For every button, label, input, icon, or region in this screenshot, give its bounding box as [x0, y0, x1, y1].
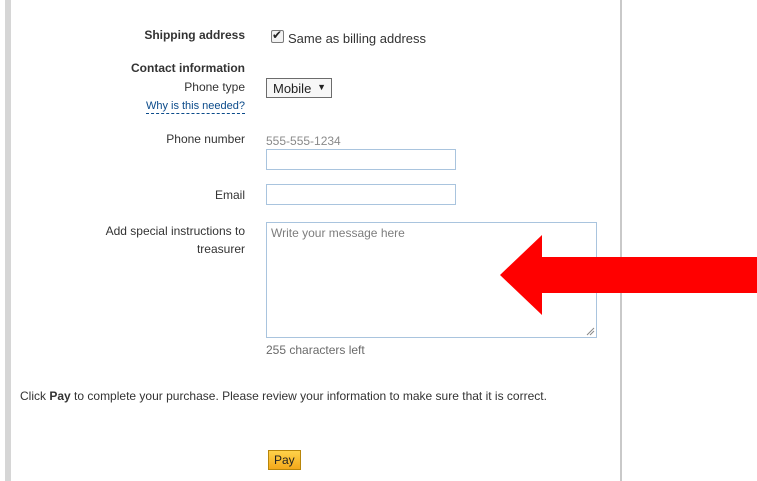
red-arrow-annotation	[500, 235, 757, 315]
same-as-billing-label[interactable]: Same as billing address	[288, 31, 426, 46]
same-as-billing-checkbox[interactable]: ✔	[271, 28, 284, 43]
special-instructions-label-line1: Add special instructions to	[105, 224, 245, 238]
pay-button[interactable]: Pay	[268, 450, 301, 470]
left-border	[5, 0, 11, 481]
review-suffix: to complete your purchase. Please review…	[74, 389, 547, 403]
phone-number-input[interactable]	[266, 149, 456, 170]
phone-number-label: Phone number	[166, 132, 245, 146]
characters-left-counter: 255 characters left	[266, 343, 365, 357]
special-instructions-label-line2: treasurer	[196, 242, 245, 256]
why-is-this-needed-link[interactable]: Why is this needed?	[145, 100, 245, 114]
email-input[interactable]	[266, 184, 456, 205]
review-pay-word: Pay	[49, 389, 71, 403]
email-label: Email	[214, 188, 245, 202]
resize-grip-icon[interactable]	[586, 327, 595, 336]
contact-information-heading: Contact information	[131, 61, 245, 75]
review-prefix: Click	[20, 389, 46, 403]
checkout-form-page: Shipping address ✔ Same as billing addre…	[0, 0, 757, 481]
phone-type-selected-value: Mobile	[273, 81, 312, 96]
dropdown-arrow-icon: ▼	[317, 82, 326, 92]
checkmark-icon: ✔	[272, 28, 283, 42]
phone-number-hint: 555-555-1234	[266, 134, 341, 148]
phone-type-label: Phone type	[184, 80, 245, 94]
review-instructions-text: Click Pay to complete your purchase. Ple…	[20, 387, 600, 405]
phone-type-select[interactable]: Mobile ▼	[266, 78, 332, 98]
shipping-address-label: Shipping address	[144, 28, 245, 42]
